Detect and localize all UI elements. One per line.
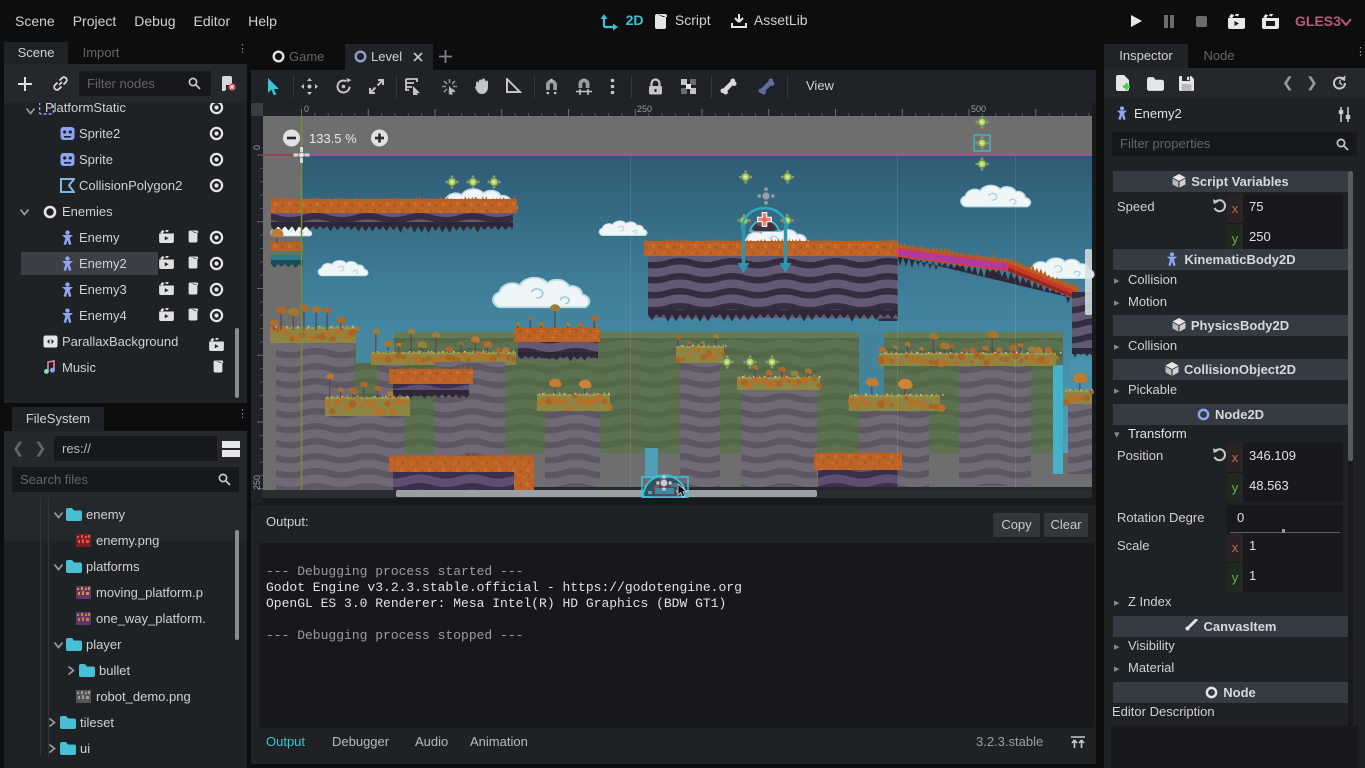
svg-text:133.5 %: 133.5 % <box>309 131 357 146</box>
svg-text:0: 0 <box>252 145 262 150</box>
svg-text:500: 500 <box>971 104 986 114</box>
svg-text:250: 250 <box>252 475 262 490</box>
svg-text:0: 0 <box>304 104 309 114</box>
svg-text:250: 250 <box>637 104 652 114</box>
